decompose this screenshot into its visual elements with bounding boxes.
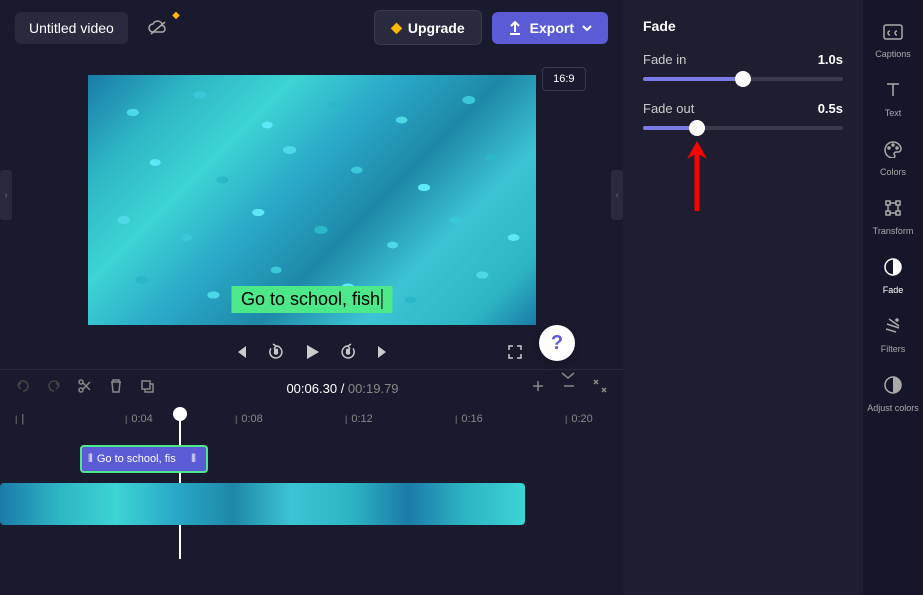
filters-icon xyxy=(884,317,902,340)
rewind-5-button[interactable]: 5 xyxy=(267,343,285,361)
diamond-icon: ◆ xyxy=(391,19,402,36)
duplicate-button[interactable] xyxy=(139,378,155,399)
upload-icon xyxy=(508,21,522,35)
slider-thumb[interactable] xyxy=(735,71,751,87)
fade-in-slider[interactable] xyxy=(643,77,843,81)
fullscreen-button[interactable] xyxy=(507,344,523,360)
ruler-mark: 0:04 xyxy=(125,413,153,425)
undo-button[interactable] xyxy=(15,378,31,399)
svg-text:5: 5 xyxy=(274,350,278,356)
fit-timeline-button[interactable] xyxy=(592,378,608,399)
sidebar-item-captions[interactable]: Captions xyxy=(863,14,923,69)
sidebar-item-text[interactable]: Text xyxy=(863,71,923,128)
export-button[interactable]: Export xyxy=(492,12,608,44)
clip-grip-icon: ⦀ xyxy=(191,453,196,466)
diamond-icon: ◆ xyxy=(172,10,180,21)
adjust-colors-icon xyxy=(884,376,902,399)
upgrade-label: Upgrade xyxy=(408,20,465,36)
fade-in-value: 1.0s xyxy=(818,52,843,67)
split-button[interactable] xyxy=(77,378,93,399)
aspect-ratio-badge[interactable]: 16:9 xyxy=(542,67,585,91)
export-label: Export xyxy=(530,20,574,36)
fade-out-label: Fade out xyxy=(643,101,694,116)
video-clip[interactable] xyxy=(0,483,525,525)
skip-end-button[interactable] xyxy=(375,344,391,360)
svg-text:5: 5 xyxy=(346,350,350,356)
ruler-mark: 0:12 xyxy=(345,413,373,425)
ruler-mark: 0:08 xyxy=(235,413,263,425)
chevron-down-icon xyxy=(582,25,592,31)
sidebar-item-adjust-colors[interactable]: Adjust colors xyxy=(863,366,923,423)
palette-icon xyxy=(883,140,903,163)
fade-icon xyxy=(884,258,902,281)
ruler-mark: 0:16 xyxy=(455,413,483,425)
play-button[interactable] xyxy=(303,343,321,361)
sidebar-item-filters[interactable]: Filters xyxy=(863,307,923,364)
time-display: 00:06.30 / 00:19.79 xyxy=(170,381,515,396)
forward-5-button[interactable]: 5 xyxy=(339,343,357,361)
slider-thumb[interactable] xyxy=(689,120,705,136)
transform-icon xyxy=(884,199,902,222)
fade-out-slider[interactable] xyxy=(643,126,843,130)
clip-grip-icon: ⦀ xyxy=(88,453,93,466)
fade-in-label: Fade in xyxy=(643,52,686,67)
right-panel-handle[interactable]: ‹ xyxy=(611,170,623,220)
skip-start-button[interactable] xyxy=(233,344,249,360)
panel-title: Fade xyxy=(643,18,843,34)
upgrade-button[interactable]: ◆ Upgrade xyxy=(374,10,482,45)
help-button[interactable]: ? xyxy=(539,325,575,361)
sidebar-item-colors[interactable]: Colors xyxy=(863,130,923,187)
video-title[interactable]: Untitled video xyxy=(15,12,128,44)
text-icon xyxy=(884,81,902,104)
sidebar-item-transform[interactable]: Transform xyxy=(863,189,923,246)
ruler-mark: 0:20 xyxy=(565,413,593,425)
redo-button[interactable] xyxy=(46,378,62,399)
ruler-mark: | xyxy=(15,413,24,425)
collapse-button[interactable] xyxy=(561,367,575,385)
delete-button[interactable] xyxy=(108,378,124,399)
timeline-ruler[interactable]: | 0:04 0:08 0:12 0:16 0:20 xyxy=(0,407,623,431)
left-panel-handle[interactable]: › xyxy=(0,170,12,220)
add-track-button[interactable] xyxy=(530,378,546,399)
fade-panel: Fade Fade in 1.0s Fade out 0.5s xyxy=(623,0,863,595)
captions-icon xyxy=(883,24,903,45)
text-clip[interactable]: ⦀ Go to school, fis ⦀ xyxy=(80,445,208,473)
sidebar-item-fade[interactable]: Fade xyxy=(863,248,923,305)
cloud-sync-icon[interactable]: ◆ xyxy=(138,14,178,42)
video-preview[interactable]: Go to school, fish xyxy=(88,75,536,325)
fade-out-value: 0.5s xyxy=(818,101,843,116)
caption-overlay[interactable]: Go to school, fish xyxy=(231,286,392,313)
annotation-arrow-icon xyxy=(682,141,712,211)
